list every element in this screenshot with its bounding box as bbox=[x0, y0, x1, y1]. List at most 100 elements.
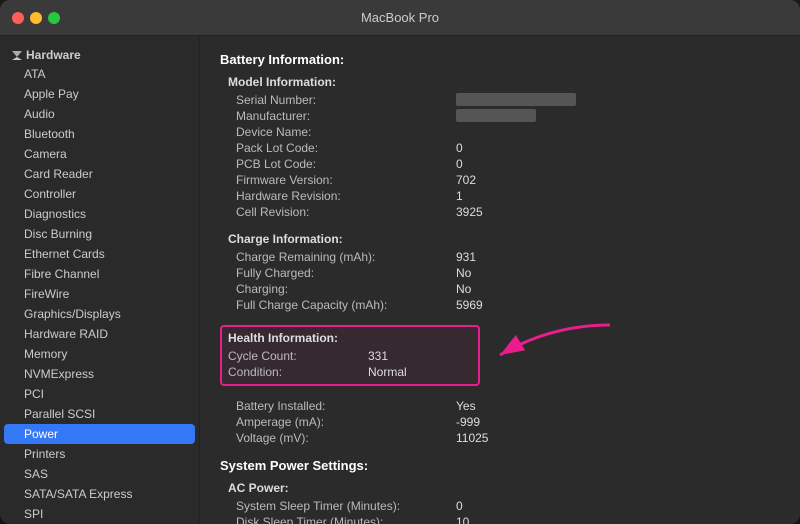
model-manufacturer-row: Manufacturer: bbox=[220, 108, 780, 124]
health-info-group: Health Information: Cycle Count: 331 Con… bbox=[220, 325, 780, 386]
sidebar-item-sata[interactable]: SATA/SATA Express bbox=[0, 484, 199, 504]
model-device-row: Device Name: bbox=[220, 124, 780, 140]
model-manufacturer-label: Manufacturer: bbox=[236, 109, 456, 123]
sidebar-item-firewire[interactable]: FireWire bbox=[0, 284, 199, 304]
sidebar-item-power[interactable]: Power bbox=[4, 424, 195, 444]
main-window: MacBook Pro Hardware ATA Apple Pay Audio… bbox=[0, 0, 800, 524]
window-title: MacBook Pro bbox=[361, 10, 439, 25]
sidebar-item-fibre-channel[interactable]: Fibre Channel bbox=[0, 264, 199, 284]
sidebar-item-pci[interactable]: PCI bbox=[0, 384, 199, 404]
health-cycle-value: 331 bbox=[368, 349, 388, 363]
model-cellrev-label: Cell Revision: bbox=[236, 205, 456, 219]
model-cellrev-value: 3925 bbox=[456, 205, 483, 219]
battery-info-title: Battery Information: bbox=[220, 52, 780, 67]
detail-panel: Battery Information: Model Information: … bbox=[200, 36, 800, 524]
voltage-value: 11025 bbox=[456, 431, 488, 445]
ac-disk-sleep-label: Disk Sleep Timer (Minutes): bbox=[236, 515, 456, 524]
voltage-label: Voltage (mV): bbox=[236, 431, 456, 445]
battery-installed-label: Battery Installed: bbox=[236, 399, 456, 413]
charge-remaining-row: Charge Remaining (mAh): 931 bbox=[220, 249, 780, 265]
titlebar: MacBook Pro bbox=[0, 0, 800, 36]
sidebar-item-spi[interactable]: SPI bbox=[0, 504, 199, 524]
charge-fullcap-label: Full Charge Capacity (mAh): bbox=[236, 298, 456, 312]
hardware-triangle-icon bbox=[12, 51, 22, 60]
health-cycle-row: Cycle Count: 331 bbox=[228, 348, 472, 364]
model-pcblot-row: PCB Lot Code: 0 bbox=[220, 156, 780, 172]
sidebar-item-diagnostics[interactable]: Diagnostics bbox=[0, 204, 199, 224]
charge-fullcap-row: Full Charge Capacity (mAh): 5969 bbox=[220, 297, 780, 313]
sidebar-item-sas[interactable]: SAS bbox=[0, 464, 199, 484]
sidebar-item-ethernet-cards[interactable]: Ethernet Cards bbox=[0, 244, 199, 264]
model-manufacturer-value bbox=[456, 109, 536, 122]
model-packlot-label: Pack Lot Code: bbox=[236, 141, 456, 155]
model-hwrev-value: 1 bbox=[456, 189, 463, 203]
model-serial-row: Serial Number: bbox=[220, 92, 780, 108]
maximize-button[interactable] bbox=[48, 12, 60, 24]
other-battery-group: Battery Installed: Yes Amperage (mA): -9… bbox=[220, 398, 780, 446]
sidebar-item-controller[interactable]: Controller bbox=[0, 184, 199, 204]
ac-system-sleep-row: System Sleep Timer (Minutes): 0 bbox=[220, 498, 780, 514]
model-section-title: Model Information: bbox=[220, 75, 780, 89]
charge-fullycharged-label: Fully Charged: bbox=[236, 266, 456, 280]
ac-system-sleep-value: 0 bbox=[456, 499, 463, 513]
sidebar-item-audio[interactable]: Audio bbox=[0, 104, 199, 124]
sidebar-item-memory[interactable]: Memory bbox=[0, 344, 199, 364]
charge-remaining-label: Charge Remaining (mAh): bbox=[236, 250, 456, 264]
charge-fullcap-value: 5969 bbox=[456, 298, 483, 312]
amperage-label: Amperage (mA): bbox=[236, 415, 456, 429]
charge-charging-value: No bbox=[456, 282, 471, 296]
charge-fullycharged-row: Fully Charged: No bbox=[220, 265, 780, 281]
model-hwrev-label: Hardware Revision: bbox=[236, 189, 456, 203]
sidebar-item-hardware-raid[interactable]: Hardware RAID bbox=[0, 324, 199, 344]
model-cellrev-row: Cell Revision: 3925 bbox=[220, 204, 780, 220]
sidebar-item-camera[interactable]: Camera bbox=[0, 144, 199, 164]
model-hwrev-row: Hardware Revision: 1 bbox=[220, 188, 780, 204]
charge-charging-label: Charging: bbox=[236, 282, 456, 296]
amperage-row: Amperage (mA): -999 bbox=[220, 414, 780, 430]
minimize-button[interactable] bbox=[30, 12, 42, 24]
power-settings-title: System Power Settings: bbox=[220, 458, 780, 473]
model-pcblot-label: PCB Lot Code: bbox=[236, 157, 456, 171]
ac-disk-sleep-row: Disk Sleep Timer (Minutes): 10 bbox=[220, 514, 780, 524]
ac-disk-sleep-value: 10 bbox=[456, 515, 469, 524]
main-content: Hardware ATA Apple Pay Audio Bluetooth C… bbox=[0, 36, 800, 524]
ac-system-sleep-label: System Sleep Timer (Minutes): bbox=[236, 499, 456, 513]
health-cycle-label: Cycle Count: bbox=[228, 349, 368, 363]
ac-section-title: AC Power: bbox=[220, 481, 780, 495]
battery-installed-value: Yes bbox=[456, 399, 476, 413]
hardware-section-header[interactable]: Hardware bbox=[0, 44, 199, 64]
charge-fullycharged-value: No bbox=[456, 266, 471, 280]
sidebar-item-disc-burning[interactable]: Disc Burning bbox=[0, 224, 199, 244]
sidebar[interactable]: Hardware ATA Apple Pay Audio Bluetooth C… bbox=[0, 36, 200, 524]
model-packlot-row: Pack Lot Code: 0 bbox=[220, 140, 780, 156]
health-condition-value: Normal bbox=[368, 365, 407, 379]
model-firmware-row: Firmware Version: 702 bbox=[220, 172, 780, 188]
model-firmware-label: Firmware Version: bbox=[236, 173, 456, 187]
sidebar-item-bluetooth[interactable]: Bluetooth bbox=[0, 124, 199, 144]
model-packlot-value: 0 bbox=[456, 141, 463, 155]
traffic-lights bbox=[12, 12, 60, 24]
sidebar-item-apple-pay[interactable]: Apple Pay bbox=[0, 84, 199, 104]
sidebar-item-ata[interactable]: ATA bbox=[0, 64, 199, 84]
sidebar-item-card-reader[interactable]: Card Reader bbox=[0, 164, 199, 184]
health-section-title: Health Information: bbox=[228, 331, 472, 345]
voltage-row: Voltage (mV): 11025 bbox=[220, 430, 780, 446]
model-serial-value bbox=[456, 93, 576, 106]
sidebar-item-parallel-scsi[interactable]: Parallel SCSI bbox=[0, 404, 199, 424]
sidebar-item-graphics-displays[interactable]: Graphics/Displays bbox=[0, 304, 199, 324]
charge-info-group: Charge Information: Charge Remaining (mA… bbox=[220, 232, 780, 313]
charge-charging-row: Charging: No bbox=[220, 281, 780, 297]
health-condition-label: Condition: bbox=[228, 365, 368, 379]
charge-remaining-value: 931 bbox=[456, 250, 476, 264]
sidebar-item-nvmexpress[interactable]: NVMExpress bbox=[0, 364, 199, 384]
close-button[interactable] bbox=[12, 12, 24, 24]
hardware-header-label: Hardware bbox=[26, 48, 81, 62]
sidebar-item-printers[interactable]: Printers bbox=[0, 444, 199, 464]
health-condition-row: Condition: Normal bbox=[228, 364, 472, 380]
ac-power-group: AC Power: System Sleep Timer (Minutes): … bbox=[220, 481, 780, 524]
model-serial-label: Serial Number: bbox=[236, 93, 456, 107]
arrow-annotation bbox=[470, 315, 630, 395]
model-pcblot-value: 0 bbox=[456, 157, 463, 171]
battery-installed-row: Battery Installed: Yes bbox=[220, 398, 780, 414]
amperage-value: -999 bbox=[456, 415, 480, 429]
